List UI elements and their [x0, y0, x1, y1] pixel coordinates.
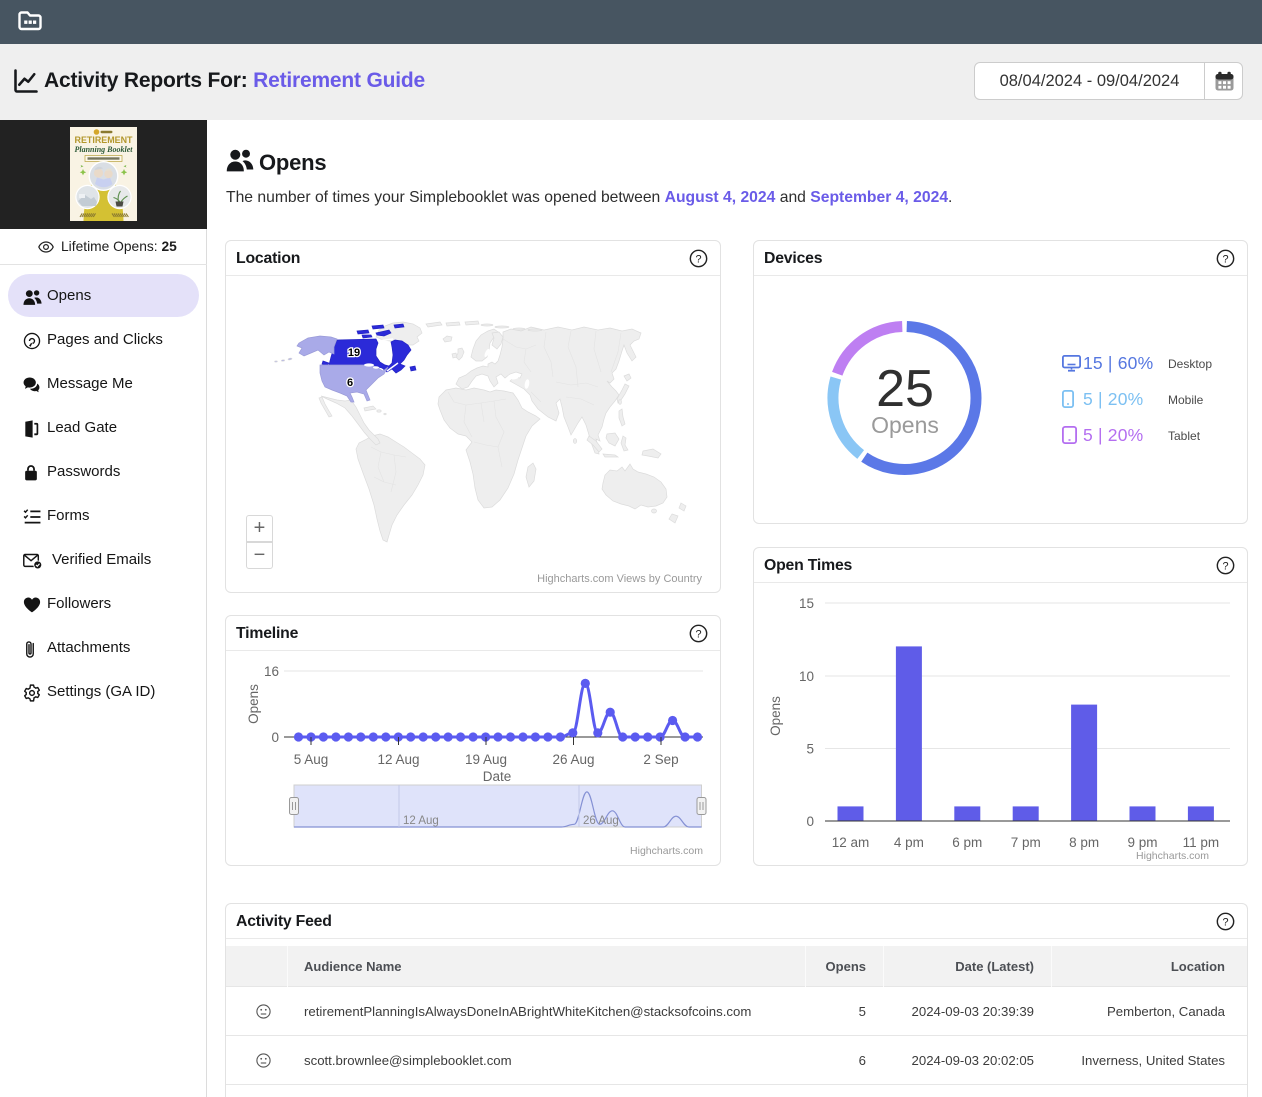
svg-text:Planning Booklet: Planning Booklet	[74, 145, 133, 154]
svg-text:?: ?	[1222, 560, 1228, 572]
svg-text:?: ?	[1222, 253, 1228, 265]
svg-text:Opens: Opens	[246, 684, 261, 724]
svg-text:19: 19	[348, 347, 360, 359]
svg-text:12 Aug: 12 Aug	[377, 752, 419, 767]
svg-text:11 pm: 11 pm	[1183, 835, 1220, 850]
svg-text:2 Sep: 2 Sep	[643, 752, 678, 767]
svg-text:16: 16	[264, 664, 279, 679]
svg-text:19 Aug: 19 Aug	[465, 752, 507, 767]
svg-text:Date: Date	[483, 769, 512, 784]
svg-text:0: 0	[271, 730, 279, 745]
svg-text:7 pm: 7 pm	[1011, 835, 1041, 850]
svg-text:9 pm: 9 pm	[1127, 835, 1157, 850]
svg-text:26 Aug: 26 Aug	[583, 815, 619, 827]
svg-text:Highcharts.com: Highcharts.com	[630, 845, 703, 857]
svg-text:0: 0	[806, 814, 814, 829]
svg-text:?: ?	[695, 628, 701, 640]
svg-text:5 Aug: 5 Aug	[294, 752, 329, 767]
svg-text:?: ?	[1222, 916, 1228, 928]
svg-text:12 Aug: 12 Aug	[403, 815, 439, 827]
svg-text:15: 15	[799, 596, 814, 611]
svg-text:5: 5	[806, 742, 814, 757]
svg-text:12 am: 12 am	[832, 835, 870, 850]
svg-text:4 pm: 4 pm	[894, 835, 924, 850]
svg-text:6: 6	[347, 377, 353, 389]
svg-text:Highcharts.com: Highcharts.com	[1136, 850, 1209, 862]
svg-text:10: 10	[799, 669, 814, 684]
svg-text:Opens: Opens	[768, 696, 783, 736]
svg-text:6 pm: 6 pm	[952, 835, 982, 850]
svg-text:26 Aug: 26 Aug	[552, 752, 594, 767]
svg-text:8 pm: 8 pm	[1069, 835, 1099, 850]
svg-text:?: ?	[695, 253, 701, 265]
